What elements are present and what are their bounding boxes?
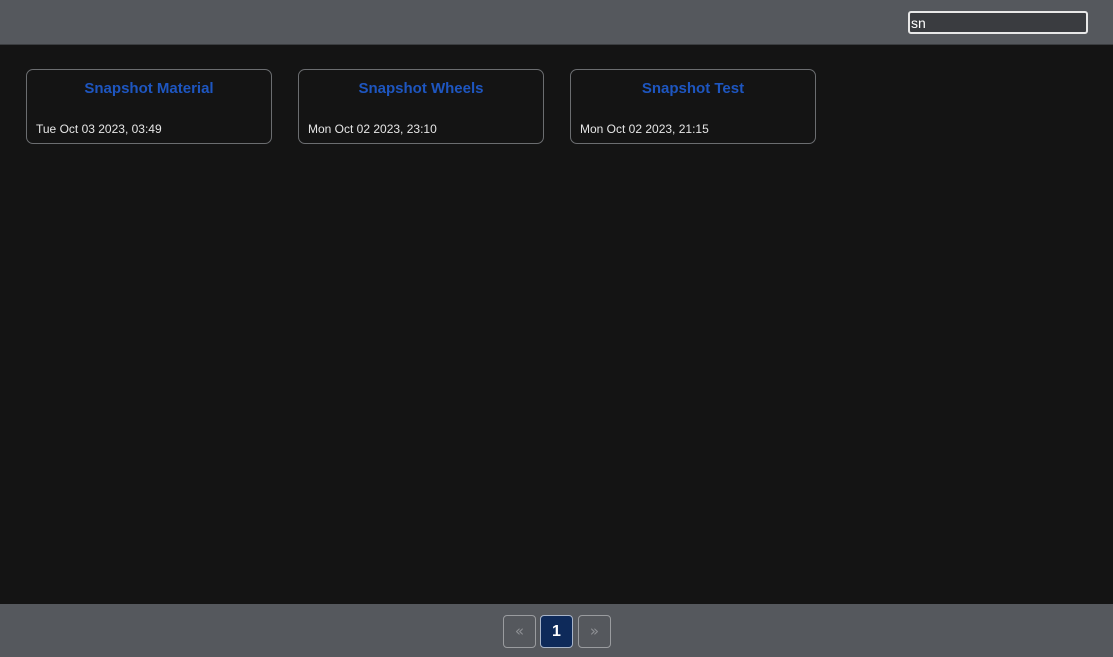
next-page-button[interactable]: » (578, 615, 611, 648)
card-date: Mon Oct 02 2023, 21:15 (580, 122, 709, 136)
page-1-button[interactable]: 1 (540, 615, 573, 648)
card-date: Tue Oct 03 2023, 03:49 (36, 122, 162, 136)
snapshot-list: Snapshot Material Tue Oct 03 2023, 03:49… (0, 45, 1113, 604)
snapshot-card-test[interactable]: Snapshot Test Mon Oct 02 2023, 21:15 (570, 69, 816, 144)
search-input[interactable] (908, 11, 1088, 34)
snapshot-card-wheels[interactable]: Snapshot Wheels Mon Oct 02 2023, 23:10 (298, 69, 544, 144)
pagination-bar: « 1 » (0, 604, 1113, 657)
card-title[interactable]: Snapshot Test (571, 80, 815, 97)
card-title[interactable]: Snapshot Material (27, 80, 271, 97)
card-date: Mon Oct 02 2023, 23:10 (308, 122, 437, 136)
top-bar (0, 0, 1113, 45)
snapshot-card-material[interactable]: Snapshot Material Tue Oct 03 2023, 03:49 (26, 69, 272, 144)
card-title[interactable]: Snapshot Wheels (299, 80, 543, 97)
previous-page-button[interactable]: « (503, 615, 536, 648)
